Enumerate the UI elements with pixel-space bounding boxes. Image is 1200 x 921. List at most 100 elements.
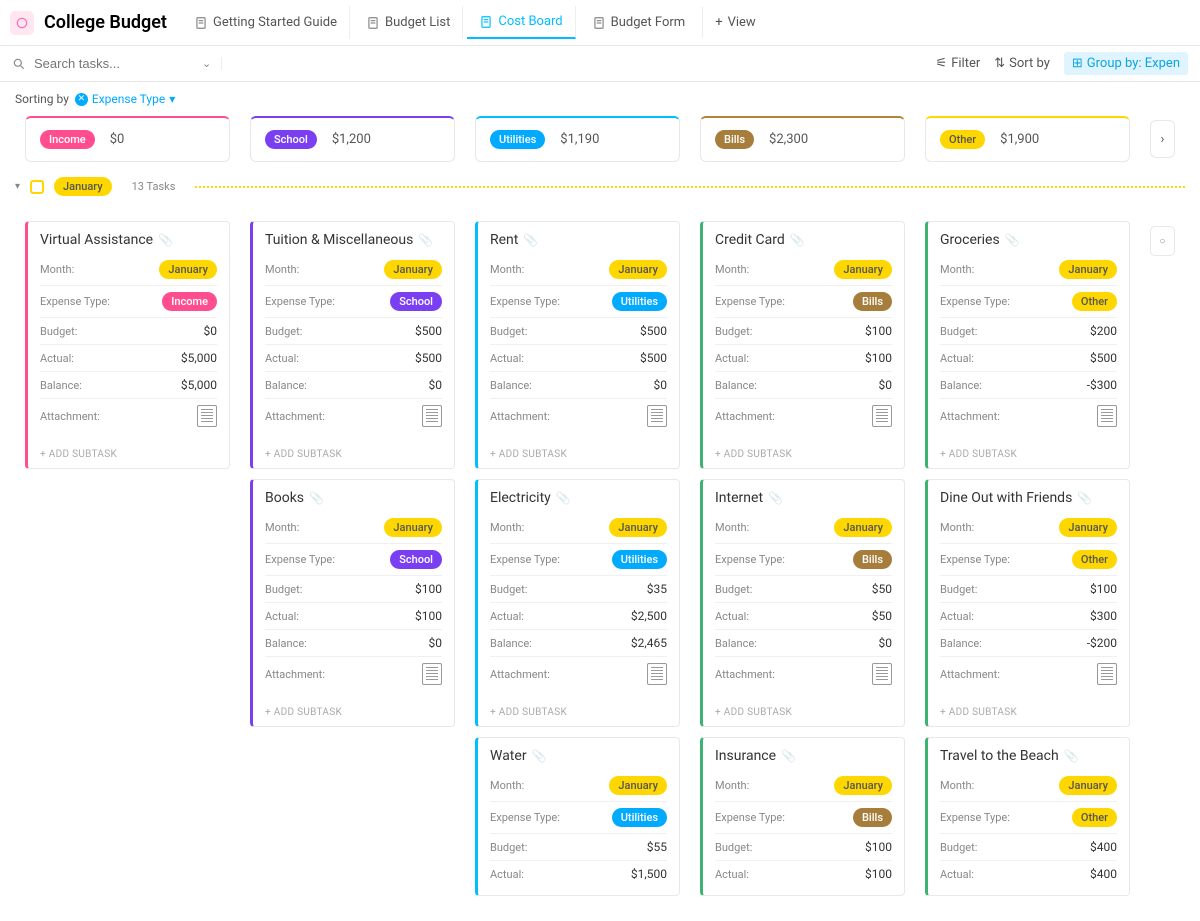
category-income[interactable]: Income$0 <box>25 116 230 162</box>
field-label: Month: <box>715 263 749 276</box>
task-card[interactable]: Groceries 📎Month:JanuaryExpense Type:Oth… <box>925 221 1130 469</box>
actual-value: $100 <box>865 351 892 365</box>
paperclip-icon: 📎 <box>1077 491 1092 505</box>
balance-value: $0 <box>429 636 443 650</box>
task-card[interactable]: Internet 📎Month:JanuaryExpense Type:Bill… <box>700 479 905 727</box>
attachment-icon[interactable] <box>1097 663 1117 685</box>
sort-icon: ⇅ <box>994 56 1005 71</box>
group-label: Group by: Expen <box>1087 56 1180 71</box>
field-label: Balance: <box>40 379 82 392</box>
category-school[interactable]: School$1,200 <box>250 116 455 162</box>
balance-value: $0 <box>429 378 443 392</box>
task-card[interactable]: Credit Card 📎Month:JanuaryExpense Type:B… <box>700 221 905 469</box>
search-input[interactable] <box>34 56 154 71</box>
task-card[interactable]: Insurance 📎Month:JanuaryExpense Type:Bil… <box>700 737 905 896</box>
tab-budget-list[interactable]: Budget List <box>354 6 463 39</box>
tab-label: Budget Form <box>611 15 686 30</box>
type-value: School <box>390 550 442 569</box>
add-subtask-button[interactable]: + ADD SUBTASK <box>928 441 1129 468</box>
actual-value: $500 <box>640 351 667 365</box>
field-label: Actual: <box>715 868 749 881</box>
tab-cost-board[interactable]: Cost Board <box>467 6 575 39</box>
task-card[interactable]: Dine Out with Friends 📎Month:JanuaryExpe… <box>925 479 1130 727</box>
sorting-label: Sorting by <box>15 92 69 106</box>
category-other[interactable]: Other$1,900 <box>925 116 1130 162</box>
field-label: Month: <box>265 521 299 534</box>
budget-value: $50 <box>872 582 892 596</box>
sorting-pill[interactable]: ✕ Expense Type ▾ <box>75 92 175 106</box>
field-label: Budget: <box>715 841 752 854</box>
actual-value: $100 <box>865 867 892 881</box>
attachment-icon[interactable] <box>872 663 892 685</box>
field-label: Month: <box>940 521 974 534</box>
search-dropdown[interactable]: ⌄ <box>192 57 222 70</box>
task-card[interactable]: Rent 📎Month:JanuaryExpense Type:Utilitie… <box>475 221 680 469</box>
category-utilities[interactable]: Utilities$1,190 <box>475 116 680 162</box>
actual-value: $500 <box>415 351 442 365</box>
field-label: Budget: <box>940 325 977 338</box>
attachment-icon[interactable] <box>647 663 667 685</box>
task-card[interactable]: Electricity 📎Month:JanuaryExpense Type:U… <box>475 479 680 727</box>
tab-label: Cost Board <box>498 14 562 29</box>
add-subtask-button[interactable]: + ADD SUBTASK <box>703 441 904 468</box>
balance-value: $0 <box>654 378 668 392</box>
attachment-icon[interactable] <box>1097 405 1117 427</box>
filter-icon: ⚟ <box>936 56 948 71</box>
task-card[interactable]: Virtual Assistance 📎Month:JanuaryExpense… <box>25 221 230 469</box>
actual-value: $1,500 <box>631 867 667 881</box>
attachment-icon[interactable] <box>422 405 442 427</box>
category-bills[interactable]: Bills$2,300 <box>700 116 905 162</box>
month-pill[interactable]: January <box>54 177 112 196</box>
close-icon[interactable]: ✕ <box>75 93 88 106</box>
add-view-button[interactable]: + View <box>702 7 768 38</box>
attachment-icon[interactable] <box>422 663 442 685</box>
scroll-right-button[interactable]: › <box>1150 120 1175 158</box>
group-button[interactable]: ⊞ Group by: Expen <box>1064 52 1188 75</box>
sort-button[interactable]: ⇅ Sort by <box>994 56 1050 71</box>
field-label: Actual: <box>40 352 74 365</box>
attachment-icon[interactable] <box>197 405 217 427</box>
balance-value: $2,465 <box>631 636 667 650</box>
field-label: Budget: <box>490 325 527 338</box>
add-subtask-button[interactable]: + ADD SUBTASK <box>253 699 454 726</box>
paperclip-icon: 📎 <box>781 749 796 763</box>
task-card[interactable]: Water 📎Month:JanuaryExpense Type:Utiliti… <box>475 737 680 896</box>
board-column: Groceries 📎Month:JanuaryExpense Type:Oth… <box>925 221 1130 896</box>
balance-value: $0 <box>879 636 893 650</box>
attachment-icon[interactable] <box>647 405 667 427</box>
card-title: Virtual Assistance 📎 <box>28 222 229 254</box>
card-title: Tuition & Miscellaneous 📎 <box>253 222 454 254</box>
card-title: Dine Out with Friends 📎 <box>928 480 1129 512</box>
attachment-icon[interactable] <box>872 405 892 427</box>
field-label: Budget: <box>40 325 77 338</box>
category-value: $1,200 <box>332 132 371 147</box>
board-column: Credit Card 📎Month:JanuaryExpense Type:B… <box>700 221 905 896</box>
filter-button[interactable]: ⚟ Filter <box>936 56 981 71</box>
field-label: Expense Type: <box>490 295 560 308</box>
page-title: College Budget <box>44 12 167 33</box>
collapse-column-button[interactable]: ○ <box>1150 226 1175 256</box>
field-label: Actual: <box>265 352 299 365</box>
type-value: Bills <box>853 292 892 311</box>
task-card[interactable]: Travel to the Beach 📎Month:JanuaryExpens… <box>925 737 1130 896</box>
tab-budget-form[interactable]: Budget Form <box>580 6 698 39</box>
add-subtask-button[interactable]: + ADD SUBTASK <box>703 699 904 726</box>
field-label: Expense Type: <box>40 295 110 308</box>
actual-value: $300 <box>1090 609 1117 623</box>
add-subtask-button[interactable]: + ADD SUBTASK <box>253 441 454 468</box>
card-title: Insurance 📎 <box>703 738 904 770</box>
balance-value: $5,000 <box>181 378 217 392</box>
card-title: Groceries 📎 <box>928 222 1129 254</box>
tab-getting-started-guide[interactable]: Getting Started Guide <box>182 6 350 39</box>
collapse-icon[interactable]: ▾ <box>15 181 20 192</box>
add-subtask-button[interactable]: + ADD SUBTASK <box>478 441 679 468</box>
balance-value: -$300 <box>1087 378 1117 392</box>
add-subtask-button[interactable]: + ADD SUBTASK <box>28 441 229 468</box>
add-subtask-button[interactable]: + ADD SUBTASK <box>928 699 1129 726</box>
task-card[interactable]: Books 📎Month:JanuaryExpense Type:SchoolB… <box>250 479 455 727</box>
card-title: Electricity 📎 <box>478 480 679 512</box>
field-label: Budget: <box>940 583 977 596</box>
task-card[interactable]: Tuition & Miscellaneous 📎Month:JanuaryEx… <box>250 221 455 469</box>
add-subtask-button[interactable]: + ADD SUBTASK <box>478 699 679 726</box>
field-label: Balance: <box>265 379 307 392</box>
